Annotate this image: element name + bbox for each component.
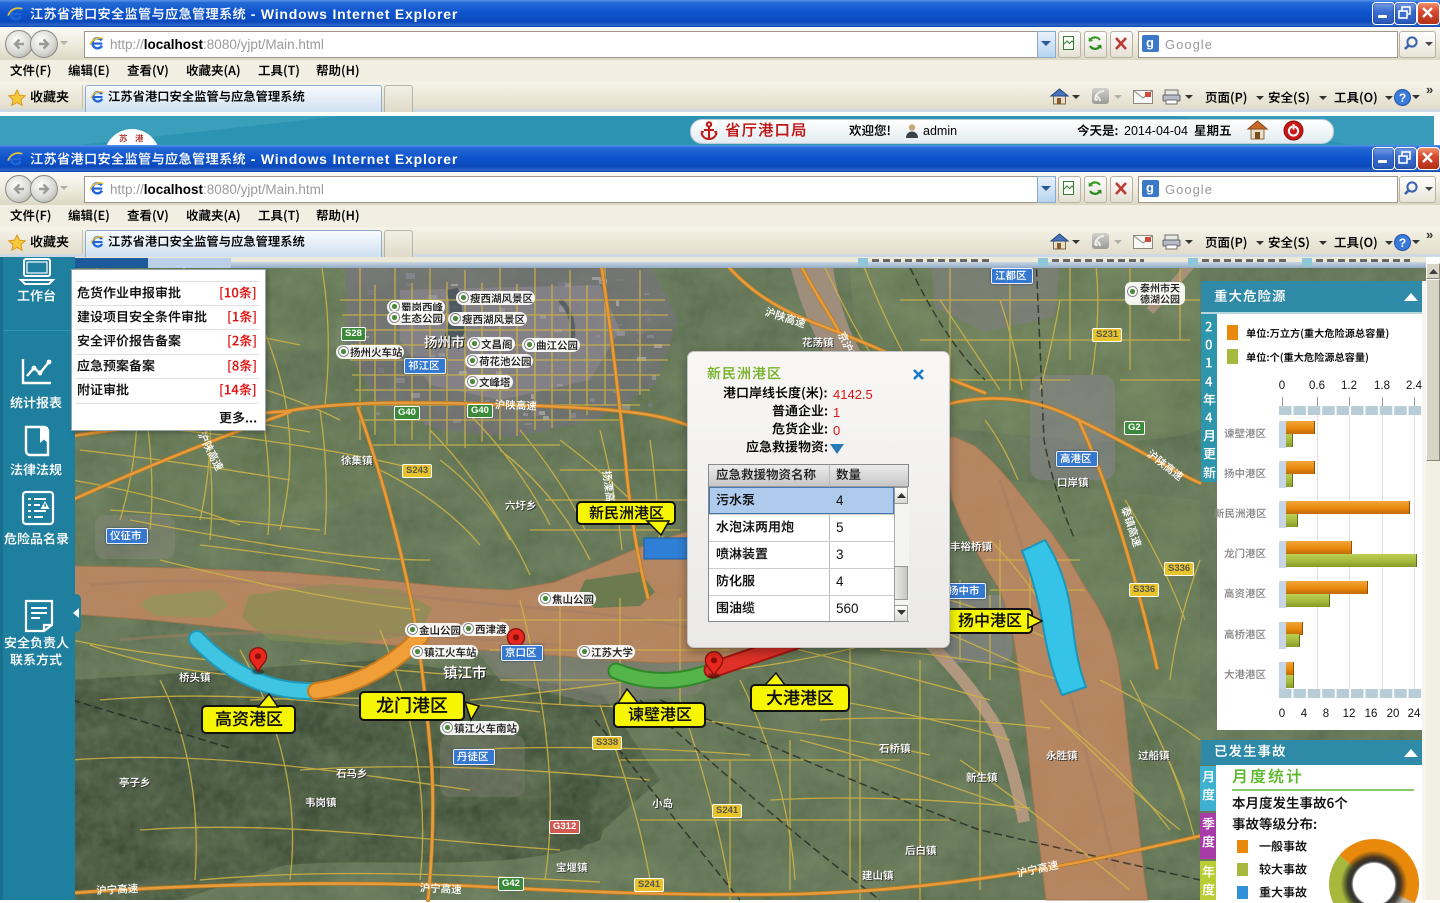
svg-text:?: ? (1399, 91, 1406, 105)
svg-text:?: ? (1399, 236, 1406, 250)
